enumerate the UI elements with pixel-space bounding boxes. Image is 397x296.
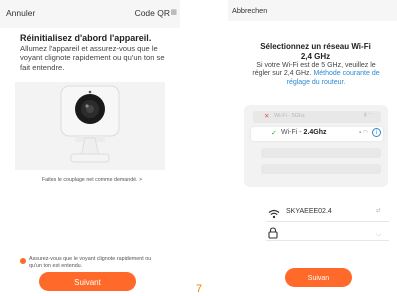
title-line-1: Sélectionnez un réseau Wi-Fi xyxy=(260,42,371,51)
wifi-5ghz-row xyxy=(253,111,381,123)
placeholder-row xyxy=(261,148,381,158)
reset-device-screen: Annuler Code QR ▦ Réinitialisez d'abord … xyxy=(0,0,180,296)
next-button[interactable]: Suivant xyxy=(39,272,136,291)
wifi-select-screen: Abbrechen Sélectionnez un réseau Wi-Fi 2… xyxy=(228,0,397,296)
page-title: Sélectionnez un réseau Wi-Fi 2,4 GHz xyxy=(248,42,383,62)
info-icon: i xyxy=(372,128,381,137)
page-number: 7 xyxy=(196,283,203,295)
cancel-button[interactable]: Abbrechen xyxy=(232,6,267,15)
page-title: Réinitialisez d'abord l'appareil. xyxy=(20,33,152,43)
wifi-24ghz-label: Wi-Fi - 2.4Ghz xyxy=(281,129,327,136)
lock-icon xyxy=(268,226,278,244)
signal-icon: ▮ ◠ xyxy=(364,112,373,118)
confirm-checkbox[interactable] xyxy=(20,258,26,264)
instructions-text: Allumez l'appareil et assurez-vous que l… xyxy=(20,44,165,72)
wifi-5ghz-label: Wi-Fi - 5Ghz xyxy=(274,113,305,119)
camera-image xyxy=(60,85,120,163)
qr-icon[interactable]: ▦ xyxy=(170,8,177,16)
next-button[interactable]: Suivan xyxy=(285,268,352,287)
placeholder-row xyxy=(261,164,381,174)
lock-wifi-icon: ▪ ◠ xyxy=(359,130,369,136)
close-icon: ✕ xyxy=(264,113,270,120)
camera-illustration xyxy=(15,82,165,170)
qr-code-button[interactable]: Code QR xyxy=(135,8,170,18)
switch-network-icon[interactable]: ⇄ xyxy=(376,208,381,214)
instructions-text: Si votre Wi-Fi est de 5 GHz, veuillez le… xyxy=(250,62,382,87)
title-line-2: 2,4 GHz xyxy=(300,52,331,61)
eye-icon[interactable]: ◡ xyxy=(376,230,381,237)
wifi-name-field[interactable]: SKYAEEE02.4 xyxy=(286,208,332,215)
divider xyxy=(266,221,389,222)
pairing-help-link[interactable]: Faites le couplage net comme demandé. > xyxy=(22,177,162,183)
divider xyxy=(266,240,389,241)
check-icon: ✓ xyxy=(271,130,277,137)
confirm-checkbox-label[interactable]: Assurez-vous que le voyant clignote rapi… xyxy=(29,256,159,271)
cancel-button[interactable]: Annuler xyxy=(6,8,35,18)
